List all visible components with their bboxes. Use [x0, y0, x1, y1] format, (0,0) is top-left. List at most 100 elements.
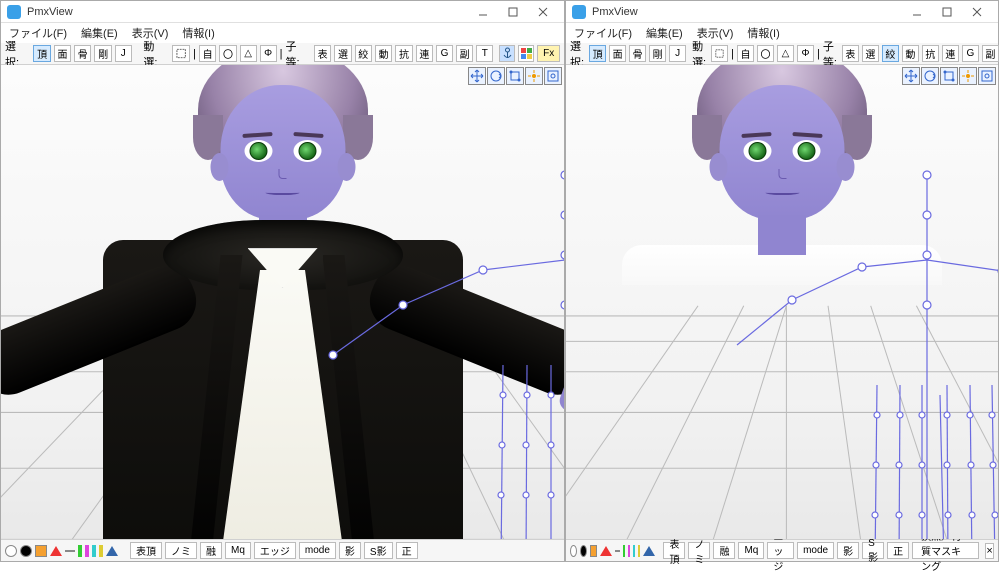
drag-phi-button[interactable]: Φ — [260, 45, 277, 62]
gizmo-fit-icon[interactable] — [978, 67, 996, 85]
tmode-2-button[interactable]: 絞 — [355, 45, 372, 62]
menu-info[interactable]: 情報(I) — [182, 25, 214, 41]
edge-button[interactable]: エッジ — [767, 542, 794, 559]
mq-button[interactable]: Mq — [225, 542, 251, 559]
bar-green-icon[interactable] — [78, 545, 82, 557]
edge-button[interactable]: エッジ — [254, 542, 296, 559]
axis-blue-icon[interactable] — [106, 546, 118, 556]
tmode-2-button[interactable]: 絞 — [882, 45, 899, 62]
tmode-5-button[interactable]: 連 — [942, 45, 959, 62]
shadow-button[interactable]: 影 — [339, 542, 361, 559]
anchor-icon-button[interactable] — [499, 45, 515, 62]
mq-button[interactable]: Mq — [738, 542, 764, 559]
axis-red-icon[interactable] — [50, 546, 62, 556]
bg-black-button[interactable] — [20, 545, 32, 557]
tmode-7-button[interactable]: 副 — [456, 45, 473, 62]
close-button[interactable] — [962, 3, 992, 21]
tmode-1-button[interactable]: 選 — [334, 45, 351, 62]
menu-edit[interactable]: 編集(E) — [646, 25, 683, 41]
drag-triangle-button[interactable]: △ — [777, 45, 794, 62]
tmode-0-button[interactable]: 表 — [314, 45, 331, 62]
bar-cyan-icon[interactable] — [92, 545, 96, 557]
viewport-3d[interactable] — [566, 65, 998, 539]
drag-triangle-button[interactable]: △ — [240, 45, 257, 62]
gizmo-scale-icon[interactable] — [506, 67, 524, 85]
select-bone-button[interactable]: 骨 — [74, 45, 91, 62]
tmode-4-button[interactable]: 抗 — [395, 45, 412, 62]
drag-free-button[interactable]: 自 — [737, 45, 754, 62]
select-face-button[interactable]: 面 — [54, 45, 71, 62]
bg-white-button[interactable] — [570, 545, 577, 557]
select-face-button[interactable]: 面 — [609, 45, 626, 62]
drag-phi-button[interactable]: Φ — [797, 45, 814, 62]
select-rigid-button[interactable]: 剛 — [94, 45, 111, 62]
show-vertex-button[interactable]: 表頂 — [663, 542, 685, 559]
drag-free-button[interactable]: 自 — [199, 45, 216, 62]
bar-yellow-icon[interactable] — [99, 545, 103, 557]
gizmo-center-icon[interactable] — [959, 67, 977, 85]
bar-magenta-icon[interactable] — [85, 545, 89, 557]
menu-edit[interactable]: 編集(E) — [81, 25, 118, 41]
nomi-button[interactable]: ノミ — [165, 542, 197, 559]
ortho-button[interactable]: 正 — [887, 542, 909, 559]
select-joint-button[interactable]: J — [115, 45, 132, 62]
tmode-3-button[interactable]: 動 — [375, 45, 392, 62]
gizmo-move-icon[interactable] — [468, 67, 486, 85]
bg-white-button[interactable] — [5, 545, 17, 557]
mode-button[interactable]: mode — [299, 542, 336, 559]
tmode-7-button[interactable]: 副 — [982, 45, 999, 62]
material-swatch-button[interactable] — [35, 545, 47, 557]
tmode-5-button[interactable]: 連 — [416, 45, 433, 62]
select-vertex-button[interactable]: 頂 — [33, 45, 50, 62]
ortho-button[interactable]: 正 — [396, 542, 418, 559]
gizmo-fit-icon[interactable] — [544, 67, 562, 85]
merge-button[interactable]: 融 — [200, 542, 222, 559]
bar-magenta-icon[interactable] — [628, 545, 630, 557]
axis-red-icon[interactable] — [600, 546, 612, 556]
select-rigid-button[interactable]: 剛 — [649, 45, 666, 62]
maximize-button[interactable] — [498, 3, 528, 21]
gizmo-rotate-icon[interactable] — [487, 67, 505, 85]
drag-circle-button[interactable]: 〇 — [219, 45, 236, 62]
grid-icon-button[interactable] — [518, 45, 534, 62]
tmode-0-button[interactable]: 表 — [842, 45, 859, 62]
gizmo-center-icon[interactable] — [525, 67, 543, 85]
move-select-button[interactable] — [711, 45, 728, 62]
bar-cyan-icon[interactable] — [633, 545, 635, 557]
tmode-8-button[interactable]: T — [476, 45, 493, 62]
self-shadow-button[interactable]: S影 — [862, 542, 884, 559]
fx-button[interactable]: Fx — [537, 45, 560, 62]
close-button[interactable] — [528, 3, 558, 21]
bar-yellow-icon[interactable] — [638, 545, 640, 557]
tmode-1-button[interactable]: 選 — [862, 45, 879, 62]
tmode-3-button[interactable]: 動 — [902, 45, 919, 62]
show-vertex-button[interactable]: 表頂 — [130, 542, 162, 559]
gizmo-move-icon[interactable] — [902, 67, 920, 85]
gizmo-rotate-icon[interactable] — [921, 67, 939, 85]
select-joint-button[interactable]: J — [669, 45, 686, 62]
tmode-6-button[interactable]: G — [436, 45, 453, 62]
maximize-button[interactable] — [932, 3, 962, 21]
minimize-button[interactable] — [468, 3, 498, 21]
minimize-button[interactable] — [902, 3, 932, 21]
merge-button[interactable]: 融 — [713, 542, 735, 559]
material-swatch-button[interactable] — [590, 545, 597, 557]
tmode-6-button[interactable]: G — [962, 45, 979, 62]
status-close-button[interactable]: × — [985, 543, 994, 559]
move-select-button[interactable] — [172, 45, 190, 62]
gizmo-scale-icon[interactable] — [940, 67, 958, 85]
nomi-button[interactable]: ノミ — [688, 542, 710, 559]
self-shadow-button[interactable]: S影 — [364, 542, 393, 559]
bg-black-button[interactable] — [580, 545, 587, 557]
select-bone-button[interactable]: 骨 — [629, 45, 646, 62]
drag-circle-button[interactable]: 〇 — [757, 45, 774, 62]
axis-blue-icon[interactable] — [643, 546, 655, 556]
mode-button[interactable]: mode — [797, 542, 834, 559]
shadow-button[interactable]: 影 — [837, 542, 859, 559]
tmode-4-button[interactable]: 抗 — [922, 45, 939, 62]
menu-info[interactable]: 情報(I) — [747, 25, 779, 41]
select-vertex-button[interactable]: 頂 — [589, 45, 606, 62]
bar-green-icon[interactable] — [623, 545, 625, 557]
divider-icon — [615, 550, 620, 552]
viewport-3d[interactable] — [1, 65, 564, 539]
